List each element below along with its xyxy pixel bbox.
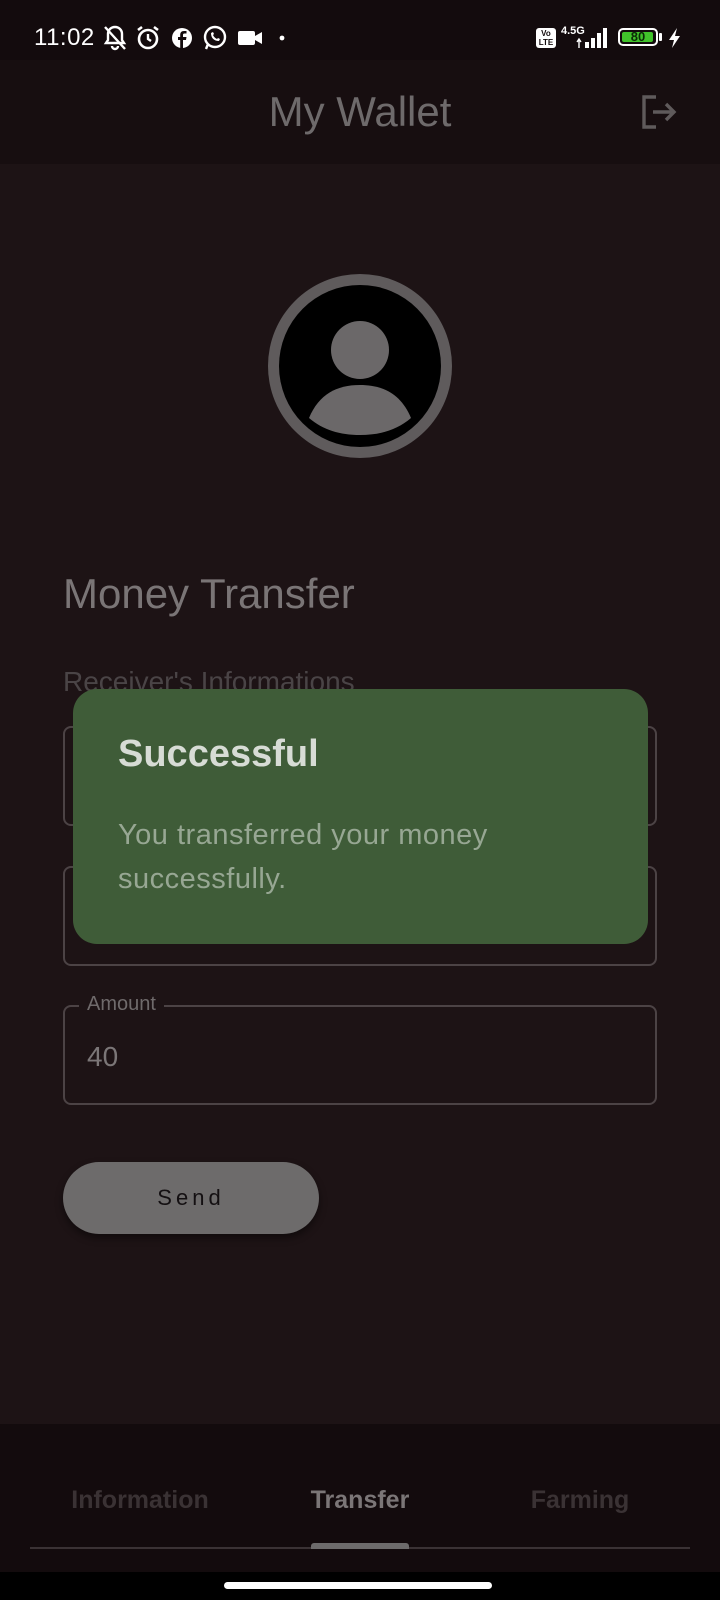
tab-transfer[interactable]: Transfer xyxy=(240,1486,480,1515)
logout-icon xyxy=(642,95,677,129)
status-time: 11:02 xyxy=(34,24,95,51)
home-gesture-bar[interactable] xyxy=(224,1582,492,1589)
bottom-navigation: Information Transfer Farming xyxy=(0,1424,720,1572)
charging-icon xyxy=(669,28,680,48)
amount-label: Amount xyxy=(79,993,164,1016)
person-icon xyxy=(309,321,411,435)
gesture-area xyxy=(0,1572,720,1600)
amount-value: 40 xyxy=(87,1041,119,1072)
dialog-title: Successful xyxy=(118,733,319,775)
logout-button[interactable] xyxy=(638,92,678,132)
facebook-icon xyxy=(172,28,192,48)
video-camera-icon xyxy=(238,31,262,45)
status-bar: 11:02 Vo LTE 4.5G 80 xyxy=(0,0,720,60)
tab-information[interactable]: Information xyxy=(20,1486,260,1515)
signal-icon xyxy=(576,28,607,48)
notifications-muted-icon xyxy=(103,25,127,51)
send-button[interactable]: Send xyxy=(63,1162,319,1234)
tab-indicator xyxy=(311,1543,409,1549)
success-dialog: Successful You transferred your money su… xyxy=(73,689,648,944)
section-title: Money Transfer xyxy=(63,570,355,617)
app-title: My Wallet xyxy=(268,88,452,135)
app-bar: My Wallet xyxy=(0,60,720,164)
whatsapp-icon xyxy=(203,25,227,50)
volte-badge: Vo LTE xyxy=(536,28,556,48)
dialog-message: You transferred your money successfully. xyxy=(118,819,488,895)
amount-field[interactable]: Amount 40 xyxy=(63,993,657,1105)
tab-farming[interactable]: Farming xyxy=(460,1486,700,1515)
alarm-icon xyxy=(137,25,159,50)
battery-level: 80 xyxy=(630,29,646,44)
avatar xyxy=(268,274,452,458)
dot-icon xyxy=(279,35,285,41)
battery-icon: 80 xyxy=(618,28,658,46)
